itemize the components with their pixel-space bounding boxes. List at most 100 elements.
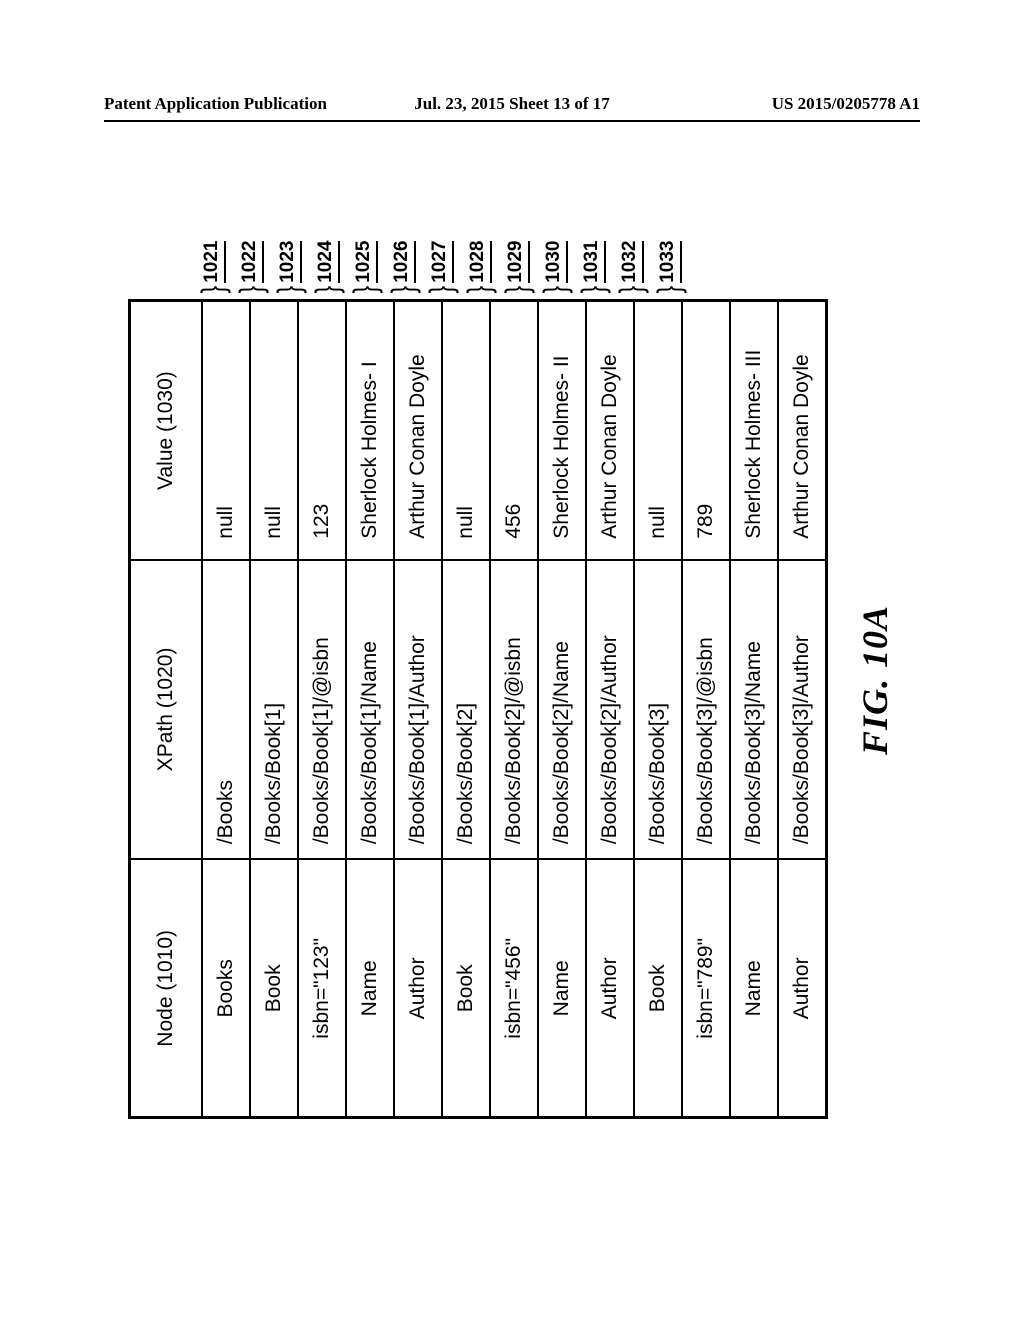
reference-numeral: } 1022	[232, 241, 270, 296]
cell-xpath: /Books/Book[1]/Name	[346, 560, 394, 859]
header-right: US 2015/0205778 A1	[772, 94, 920, 114]
brace-icon: }	[463, 286, 495, 293]
reference-numeral: } 1029	[498, 241, 536, 296]
cell-value: Arthur Conan Doyle	[586, 301, 634, 560]
cell-node: isbn="456"	[490, 859, 538, 1118]
brace-icon: }	[273, 286, 305, 293]
col-header-node: Node (1010)	[130, 859, 203, 1118]
cell-xpath: /Books/Book[3]/@isbn	[682, 560, 730, 859]
cell-xpath: /Books/Book[2]/Name	[538, 560, 586, 859]
cell-node: isbn="789"	[682, 859, 730, 1118]
col-header-xpath: XPath (1020)	[130, 560, 203, 859]
reference-numeral-label: 1021	[201, 241, 226, 283]
cell-value: Sherlock Holmes- II	[538, 301, 586, 560]
cell-node: Book	[634, 859, 682, 1118]
reference-numeral-label: 1032	[619, 241, 644, 283]
page-header: Patent Application Publication Jul. 23, …	[0, 94, 1024, 114]
col-header-value: Value (1030)	[130, 301, 203, 560]
brace-icon: }	[349, 286, 381, 293]
reference-numeral-label: 1022	[239, 241, 264, 283]
brace-icon: }	[197, 286, 229, 293]
table-row: isbn="123"/Books/Book[1]/@isbn123	[298, 301, 346, 1118]
brace-icon: }	[501, 286, 533, 293]
reference-numeral-label: 1028	[467, 241, 492, 283]
reference-numeral-label: 1033	[657, 241, 682, 283]
table-row: Books/Booksnull	[202, 301, 250, 1118]
table-row: Author/Books/Book[2]/AuthorArthur Conan …	[586, 301, 634, 1118]
cell-node: Author	[778, 859, 827, 1118]
patent-page: Patent Application Publication Jul. 23, …	[0, 0, 1024, 1320]
reference-numeral: } 1021	[194, 241, 232, 296]
brace-icon: }	[615, 286, 647, 293]
brace-icon: }	[577, 286, 609, 293]
cell-xpath: /Books/Book[3]/Author	[778, 560, 827, 859]
brace-icon: }	[311, 286, 343, 293]
table-row: Book/Books/Book[2]null	[442, 301, 490, 1118]
reference-numeral-label: 1030	[543, 241, 568, 283]
cell-node: isbn="123"	[298, 859, 346, 1118]
cell-xpath: /Books/Book[3]/Name	[730, 560, 778, 859]
reference-numeral: } 1027	[422, 241, 460, 296]
cell-value: 456	[490, 301, 538, 560]
cell-node: Book	[250, 859, 298, 1118]
reference-numeral: }1024	[308, 241, 346, 296]
brace-icon: }	[425, 286, 457, 293]
table-row: Name/Books/Book[3]/NameSherlock Holmes- …	[730, 301, 778, 1118]
cell-value: Arthur Conan Doyle	[394, 301, 442, 560]
reference-numeral: } 1028	[460, 241, 498, 296]
cell-value: null	[250, 301, 298, 560]
cell-node: Name	[730, 859, 778, 1118]
reference-numeral: } 1025	[346, 241, 384, 296]
reference-numeral: } 1026	[384, 241, 422, 296]
cell-node: Books	[202, 859, 250, 1118]
reference-numeral-column: } 1021 } 1022 } 1023 }1024 } 1025 } 1026 } 102…	[128, 241, 688, 296]
reference-numeral-label: 1025	[353, 241, 378, 283]
brace-icon: }	[387, 286, 419, 293]
header-left: Patent Application Publication	[104, 94, 327, 114]
reference-numeral-label: 1026	[391, 241, 416, 283]
cell-value: 789	[682, 301, 730, 560]
cell-xpath: /Books/Book[1]/Author	[394, 560, 442, 859]
cell-value: null	[634, 301, 682, 560]
table-row: Book/Books/Book[1]null	[250, 301, 298, 1118]
xpath-value-table: Node (1010) XPath (1020) Value (1030) Bo…	[128, 299, 828, 1119]
cell-value: 123	[298, 301, 346, 560]
reference-numeral: }1030	[536, 241, 574, 296]
cell-value: Sherlock Holmes- III	[730, 301, 778, 560]
figure-10a: Node (1010) XPath (1020) Value (1030) Bo…	[128, 180, 896, 1180]
table-row: Book/Books/Book[3]null	[634, 301, 682, 1118]
reference-numeral: } 1033	[650, 241, 688, 296]
table-row: Name/Books/Book[1]/NameSherlock Holmes- …	[346, 301, 394, 1118]
figure-caption: FIG. 10A	[854, 605, 896, 755]
cell-value: null	[442, 301, 490, 560]
cell-xpath: /Books/Book[1]	[250, 560, 298, 859]
table-row: isbn="789"/Books/Book[3]/@isbn789	[682, 301, 730, 1118]
reference-numeral: }1031	[574, 241, 612, 296]
cell-xpath: /Books/Book[2]/Author	[586, 560, 634, 859]
cell-node: Name	[346, 859, 394, 1118]
reference-numeral: } 1032	[612, 241, 650, 296]
reference-numeral-label: 1029	[505, 241, 530, 283]
cell-xpath: /Books/Book[3]	[634, 560, 682, 859]
cell-xpath: /Books/Book[2]	[442, 560, 490, 859]
table-row: Author/Books/Book[1]/AuthorArthur Conan …	[394, 301, 442, 1118]
cell-xpath: /Books	[202, 560, 250, 859]
table-row: Author/Books/Book[3]/AuthorArthur Conan …	[778, 301, 827, 1118]
reference-numeral-label: 1027	[429, 241, 454, 283]
brace-icon: }	[653, 286, 685, 293]
cell-node: Name	[538, 859, 586, 1118]
reference-numeral: } 1023	[270, 241, 308, 296]
header-center: Jul. 23, 2015 Sheet 13 of 17	[414, 94, 610, 114]
cell-xpath: /Books/Book[1]/@isbn	[298, 560, 346, 859]
cell-node: Book	[442, 859, 490, 1118]
table-header-row: Node (1010) XPath (1020) Value (1030)	[130, 301, 203, 1118]
reference-numeral-label: 1023	[277, 241, 302, 283]
table-body: Books/Booksnull Book/Books/Book[1]null i…	[202, 301, 827, 1118]
cell-node: Author	[394, 859, 442, 1118]
cell-xpath: /Books/Book[2]/@isbn	[490, 560, 538, 859]
cell-value: Sherlock Holmes- I	[346, 301, 394, 560]
table-row: Name/Books/Book[2]/NameSherlock Holmes- …	[538, 301, 586, 1118]
cell-value: null	[202, 301, 250, 560]
header-rule	[104, 120, 920, 122]
brace-icon: }	[235, 286, 267, 293]
